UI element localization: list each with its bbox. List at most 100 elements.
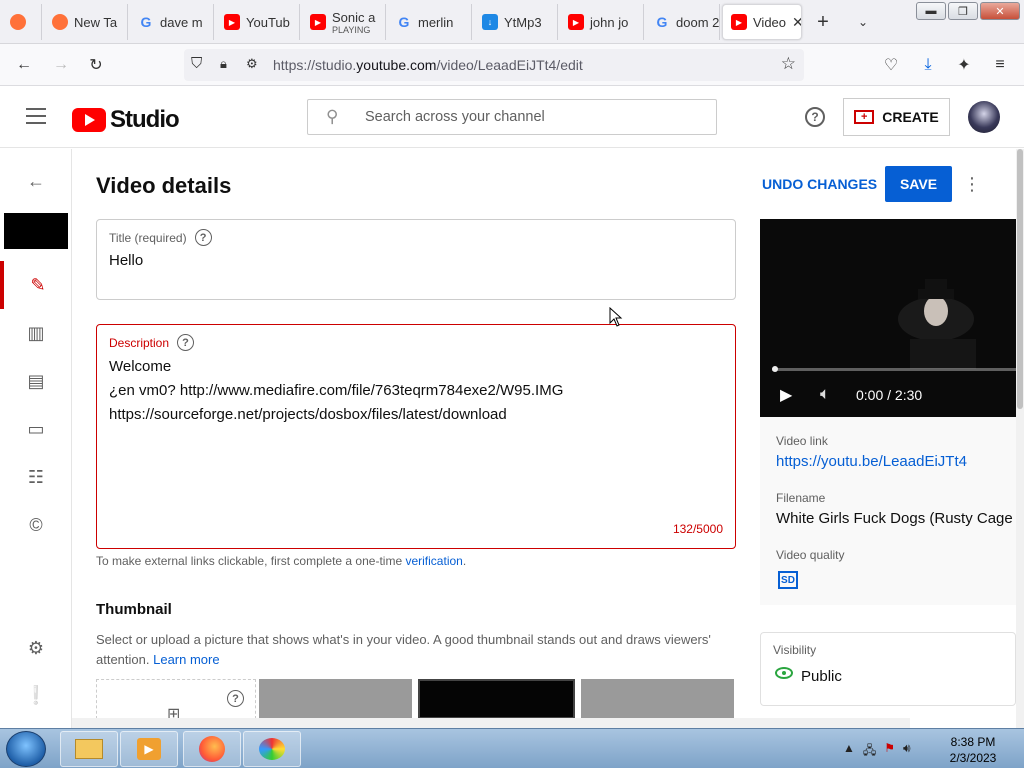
new-tab-icon[interactable]: +	[812, 11, 834, 33]
pocket-icon[interactable]: ♡	[880, 54, 902, 76]
copyright-icon: ©	[29, 514, 43, 535]
video-quality-label: Video quality	[776, 548, 845, 562]
save-button[interactable]: SAVE	[885, 166, 952, 202]
youtube-icon: ▶	[224, 14, 240, 30]
tab-google-dave[interactable]: G dave m	[130, 4, 214, 40]
character-counter: 132/5000	[672, 522, 723, 536]
tab-sonic-playing[interactable]: ▶ Sonic a PLAYING	[302, 4, 386, 40]
paint-taskbar-icon[interactable]	[243, 731, 301, 767]
video-player[interactable]: ▶ 🔈︎ 0:00 / 2:30	[760, 219, 1016, 417]
back-icon[interactable]: ←	[13, 54, 35, 76]
studio-logo[interactable]: Studio	[72, 106, 180, 134]
description-label: Description ?	[109, 334, 195, 351]
title-input[interactable]: Hello	[109, 252, 143, 269]
title-field[interactable]: Title (required) ? Hello	[96, 219, 736, 300]
visibility-selector[interactable]: Visibility Public	[760, 632, 1016, 706]
action-center-icon[interactable]: ⚑	[884, 741, 895, 762]
horizontal-scrollbar[interactable]	[72, 718, 910, 728]
nav-settings[interactable]: ⚙	[0, 624, 72, 672]
undo-changes-button[interactable]: UNDO CHANGES	[762, 176, 877, 192]
firefox-icon	[10, 14, 26, 30]
visibility-value: Public	[801, 668, 842, 685]
help-icon[interactable]: ?	[805, 107, 825, 127]
nav-comments[interactable]: ▭	[0, 405, 72, 453]
sd-quality-icon: SD	[778, 571, 798, 589]
video-link[interactable]: https://youtu.be/LeaadEiJTt4	[776, 453, 967, 470]
youtube-icon: ▶	[568, 14, 584, 30]
thumbnail-option-2[interactable]	[418, 679, 575, 719]
windows-taskbar: ▶ ▲ 🖧︎ ⚑ 🔊︎ 8:38 PM 2/3/2023	[0, 728, 1024, 768]
avatar[interactable]	[968, 101, 1000, 133]
back-to-content-icon[interactable]: ←	[0, 157, 72, 205]
lock-icon[interactable]: 🔒︎	[220, 56, 227, 72]
reload-icon[interactable]: ↻	[85, 54, 107, 76]
minimize-icon[interactable]: ▬	[916, 2, 946, 20]
tab-firefox-view[interactable]	[2, 4, 42, 40]
page-title: Video details	[96, 173, 232, 198]
help-icon[interactable]: ?	[194, 229, 212, 246]
explorer-taskbar-icon[interactable]	[60, 731, 118, 767]
create-button[interactable]: + CREATE	[843, 98, 950, 136]
upload-thumbnail-button[interactable]: ⊞ ?	[96, 679, 256, 719]
help-icon[interactable]: ?	[177, 334, 195, 351]
video-thumbnail-mini[interactable]	[4, 213, 68, 249]
feedback-icon: ❕	[24, 684, 48, 705]
video-link-label: Video link	[776, 434, 828, 448]
pencil-icon: ✎	[30, 274, 46, 295]
hamburger-menu-icon[interactable]	[26, 108, 46, 124]
clapper-icon: ▤	[27, 370, 45, 391]
volume-tray-icon[interactable]: 🔊︎	[903, 741, 911, 762]
volume-icon[interactable]: 🔈︎	[820, 384, 830, 404]
more-options-icon[interactable]: ⋮	[962, 171, 982, 197]
tab-john[interactable]: ▶ john jo	[560, 4, 644, 40]
thumbnail-option-1[interactable]	[259, 679, 412, 719]
restore-icon[interactable]: ❐	[948, 2, 978, 20]
nav-copyright[interactable]: ©	[0, 501, 72, 549]
permissions-icon[interactable]: ⚙	[246, 56, 258, 72]
show-hidden-icons[interactable]: ▲	[843, 741, 855, 762]
close-tab-icon[interactable]: ✕	[792, 14, 801, 31]
tab-google-doom[interactable]: G doom 2	[646, 4, 720, 40]
help-icon[interactable]: ?	[227, 690, 244, 707]
description-field[interactable]: Description ? Welcome ¿en vm0? http://ww…	[96, 324, 736, 549]
tab-new-tab[interactable]: New Ta	[44, 4, 128, 40]
visibility-label: Visibility	[773, 643, 817, 657]
channel-search-input[interactable]: ⚲ Search across your channel	[307, 99, 717, 135]
gear-icon: ⚙	[27, 637, 45, 658]
app-menu-icon[interactable]: ≡	[989, 54, 1011, 76]
close-window-icon[interactable]: ✕	[980, 2, 1020, 20]
network-icon[interactable]: 🖧︎	[863, 741, 876, 762]
nav-details-edit[interactable]: ✎	[0, 261, 72, 309]
tab-google-merlin[interactable]: G merlin	[388, 4, 472, 40]
downloads-icon[interactable]: ⤓	[917, 54, 939, 76]
nav-feedback[interactable]: ❕	[0, 671, 72, 719]
eye-pupil-icon	[782, 671, 786, 675]
vertical-scrollbar[interactable]	[1016, 149, 1024, 729]
extensions-icon[interactable]: ✦	[953, 54, 975, 76]
shield-icon[interactable]: ⛉	[191, 55, 202, 72]
nav-analytics[interactable]: ▥	[0, 309, 72, 357]
url-bar[interactable]: ⛉ 🔒︎ ⚙ https://studio.youtube.com/video/…	[184, 49, 804, 81]
description-textarea[interactable]: Welcome ¿en vm0? http://www.mediafire.co…	[109, 355, 563, 427]
nav-editor[interactable]: ▤	[0, 357, 72, 405]
tab-ytmp3[interactable]: ↓ YtMp3	[474, 4, 558, 40]
media-player-taskbar-icon[interactable]: ▶	[120, 731, 178, 767]
list-tabs-icon[interactable]: ⌄	[852, 11, 874, 33]
browser-tab-bar: New Ta G dave m ▶ YouTub ▶ Sonic a PLAYI…	[0, 0, 1024, 44]
learn-more-link[interactable]: Learn more	[153, 652, 219, 667]
scrollbar-thumb[interactable]	[1017, 149, 1023, 409]
tab-youtube[interactable]: ▶ YouTub	[216, 4, 300, 40]
tab-video-active[interactable]: ▶ Video ✕	[722, 4, 802, 40]
external-links-hint: To make external links clickable, first …	[96, 554, 467, 568]
start-button-icon[interactable]	[6, 731, 46, 767]
verification-link[interactable]: verification	[405, 554, 462, 568]
nav-subtitles[interactable]: ☷	[0, 453, 72, 501]
firefox-taskbar-icon[interactable]	[183, 731, 241, 767]
play-icon[interactable]: ▶	[780, 385, 792, 405]
system-clock[interactable]: 8:38 PM 2/3/2023	[938, 734, 1008, 766]
forward-icon[interactable]: →	[50, 54, 72, 76]
thumbnail-option-3[interactable]	[581, 679, 734, 719]
left-nav: ← ✎ ▥ ▤ ▭ ☷ © ⚙ ❕	[0, 149, 72, 728]
video-controls: ▶ 🔈︎ 0:00 / 2:30	[760, 367, 1016, 417]
bookmark-star-icon[interactable]: ☆	[781, 54, 796, 74]
